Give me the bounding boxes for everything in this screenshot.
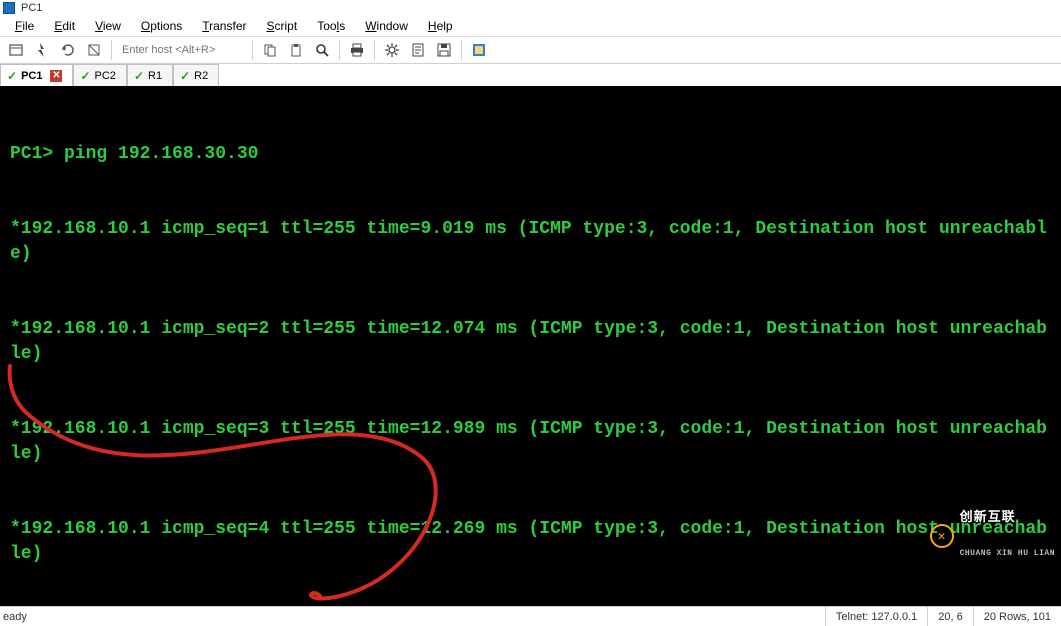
save-button[interactable] (432, 38, 456, 62)
status-cursor-pos: 20, 6 (927, 607, 972, 626)
disconnect-button[interactable] (82, 38, 106, 62)
tab-pc2[interactable]: ✓ PC2 (73, 64, 126, 86)
terminal[interactable]: PC1> ping 192.168.30.30 *192.168.10.1 ic… (0, 86, 1061, 606)
terminal-line: *192.168.10.1 icmp_seq=2 ttl=255 time=12… (10, 317, 1051, 367)
sessions-button[interactable] (4, 38, 28, 62)
check-icon: ✓ (80, 69, 90, 83)
menu-options[interactable]: Options (131, 19, 192, 33)
tab-bar: ✓ PC1 ✕ ✓ PC2 ✓ R1 ✓ R2 (0, 64, 1061, 86)
status-ready: eady (0, 611, 825, 623)
menu-tools[interactable]: Tools (307, 19, 355, 33)
titlebar: PC1 (0, 0, 1061, 16)
close-icon[interactable]: ✕ (50, 70, 62, 82)
separator (252, 40, 253, 60)
host-input[interactable] (117, 40, 247, 60)
menu-view[interactable]: View (85, 19, 131, 33)
menu-script[interactable]: Script (257, 19, 308, 33)
paste-button[interactable] (284, 38, 308, 62)
tab-r1[interactable]: ✓ R1 (127, 64, 173, 86)
separator (111, 40, 112, 60)
watermark-logo-icon: ✕ (930, 524, 954, 548)
check-icon: ✓ (180, 69, 190, 83)
annotation-circle (0, 356, 460, 606)
menu-file[interactable]: File (5, 19, 44, 33)
tab-label: R2 (194, 70, 208, 82)
tab-pc1[interactable]: ✓ PC1 ✕ (0, 64, 73, 86)
status-size: 20 Rows, 101 (973, 607, 1061, 626)
script-button[interactable] (406, 38, 430, 62)
tab-label: PC1 (21, 70, 42, 82)
terminal-line: PC1> ping 192.168.30.30 (10, 142, 1051, 167)
print-button[interactable] (345, 38, 369, 62)
watermark: ✕ 创新互联 CHUANG XIN HU LIAN (930, 488, 1055, 584)
menu-transfer[interactable]: Transfer (192, 19, 256, 33)
terminal-line: *192.168.10.1 icmp_seq=4 ttl=255 time=12… (10, 517, 1051, 567)
help-button[interactable] (467, 38, 491, 62)
separator (461, 40, 462, 60)
terminal-line: *192.168.10.1 icmp_seq=1 ttl=255 time=9.… (10, 217, 1051, 267)
watermark-text: 创新互联 CHUANG XIN HU LIAN (960, 488, 1055, 584)
tab-r2[interactable]: ✓ R2 (173, 64, 219, 86)
terminal-line: *192.168.10.1 icmp_seq=3 ttl=255 time=12… (10, 417, 1051, 467)
toolbar (0, 36, 1061, 64)
menubar: File Edit View Options Transfer Script T… (0, 16, 1061, 36)
window-title: PC1 (21, 2, 42, 14)
menu-window[interactable]: Window (355, 19, 418, 33)
copy-button[interactable] (258, 38, 282, 62)
tab-label: PC2 (95, 70, 116, 82)
app-icon (3, 2, 15, 14)
find-button[interactable] (310, 38, 334, 62)
tab-label: R1 (148, 70, 162, 82)
separator (339, 40, 340, 60)
quick-connect-button[interactable] (30, 38, 54, 62)
menu-edit[interactable]: Edit (44, 19, 85, 33)
check-icon: ✓ (134, 69, 144, 83)
statusbar: eady Telnet: 127.0.0.1 20, 6 20 Rows, 10… (0, 606, 1061, 626)
reconnect-button[interactable] (56, 38, 80, 62)
settings-button[interactable] (380, 38, 404, 62)
separator (374, 40, 375, 60)
status-telnet: Telnet: 127.0.0.1 (825, 607, 927, 626)
check-icon: ✓ (7, 69, 17, 83)
menu-help[interactable]: Help (418, 19, 463, 33)
